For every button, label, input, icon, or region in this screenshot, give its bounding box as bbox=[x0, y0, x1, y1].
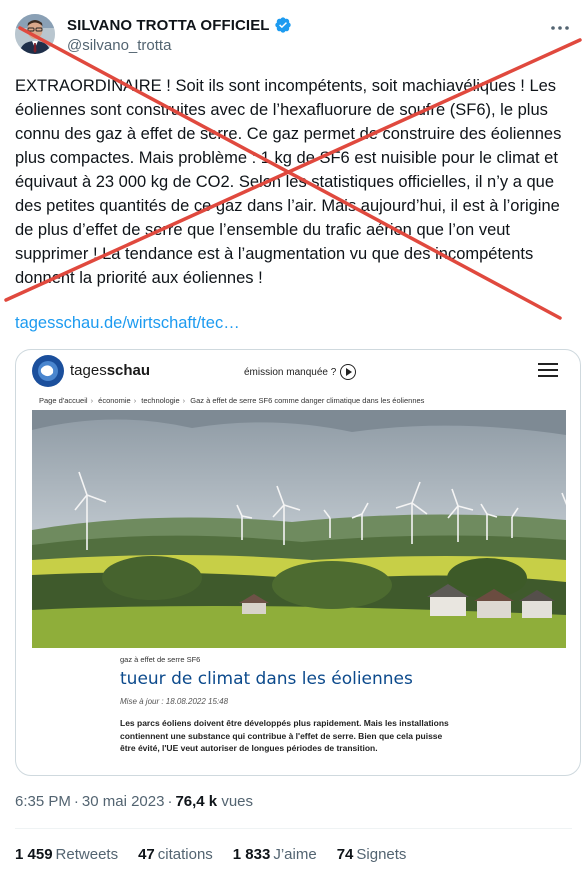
article-kicker: gaz à effet de serre SF6 bbox=[120, 655, 201, 664]
article-date: Mise à jour : 18.08.2022 15:48 bbox=[120, 697, 229, 706]
views-label: vues bbox=[221, 793, 254, 810]
breadcrumb-item[interactable]: technologie bbox=[141, 396, 179, 405]
author-name[interactable]: SILVANO TROTTA OFFICIEL bbox=[67, 17, 270, 34]
play-icon bbox=[340, 364, 357, 380]
engagement-stats: 1 459 Retweets 47 citations 1 833 J’aime 74… bbox=[15, 846, 406, 863]
breadcrumb-item[interactable]: économie bbox=[98, 396, 131, 405]
retweets-stat[interactable]: 1 459 Retweets bbox=[15, 846, 118, 863]
more-options-icon[interactable] bbox=[548, 18, 572, 38]
tweet-text: EXTRAORDINAIRE ! Soit ils sont incompéte… bbox=[15, 77, 562, 287]
bookmarks-stat[interactable]: 74 Signets bbox=[337, 846, 407, 863]
tagesschau-globe-icon bbox=[32, 355, 64, 387]
article-lead: Les parcs éoliens doivent être développé… bbox=[120, 718, 449, 754]
breadcrumb-item: Gaz à effet de serre SF6 comme danger cl… bbox=[190, 396, 425, 405]
quotes-stat[interactable]: 47 citations bbox=[138, 846, 213, 863]
missed-broadcast-link[interactable]: émission manquée ? bbox=[244, 364, 357, 380]
tweet-meta: 6:35 PM · 30 mai 2023 · 76,4 k vues bbox=[15, 793, 254, 810]
tweet-header: SILVANO TROTTA OFFICIEL @silvano_trotta bbox=[15, 14, 572, 58]
author-name-row[interactable]: SILVANO TROTTA OFFICIEL bbox=[67, 16, 292, 34]
tagesschau-header: tagesschau émission manquée ? bbox=[16, 350, 580, 392]
author-handle[interactable]: @silvano_trotta bbox=[67, 37, 171, 54]
article-title[interactable]: tueur de climat dans les éoliennes bbox=[120, 669, 413, 689]
article-link[interactable]: tagesschau.de/wirtschaft/tec… bbox=[15, 314, 240, 333]
breadcrumb-item[interactable]: Page d'accueil bbox=[39, 396, 88, 405]
likes-stat[interactable]: 1 833 J’aime bbox=[233, 846, 317, 863]
author-avatar[interactable] bbox=[15, 14, 55, 54]
breadcrumb: Page d'accueil › économie › technologie › G… bbox=[39, 396, 425, 405]
menu-icon[interactable] bbox=[538, 363, 558, 378]
verified-badge-icon bbox=[274, 17, 291, 33]
tagesschau-wordmark: tagesschau bbox=[70, 362, 151, 379]
tweet-date[interactable]: 30 mai 2023 bbox=[82, 793, 165, 810]
divider bbox=[15, 828, 572, 829]
link-preview-card[interactable]: tagesschau émission manquée ? Page d'acc… bbox=[15, 349, 581, 776]
views-count: 76,4 k bbox=[175, 793, 218, 810]
wind-farm-photo bbox=[32, 410, 566, 648]
tweet-time[interactable]: 6:35 PM bbox=[15, 793, 71, 810]
